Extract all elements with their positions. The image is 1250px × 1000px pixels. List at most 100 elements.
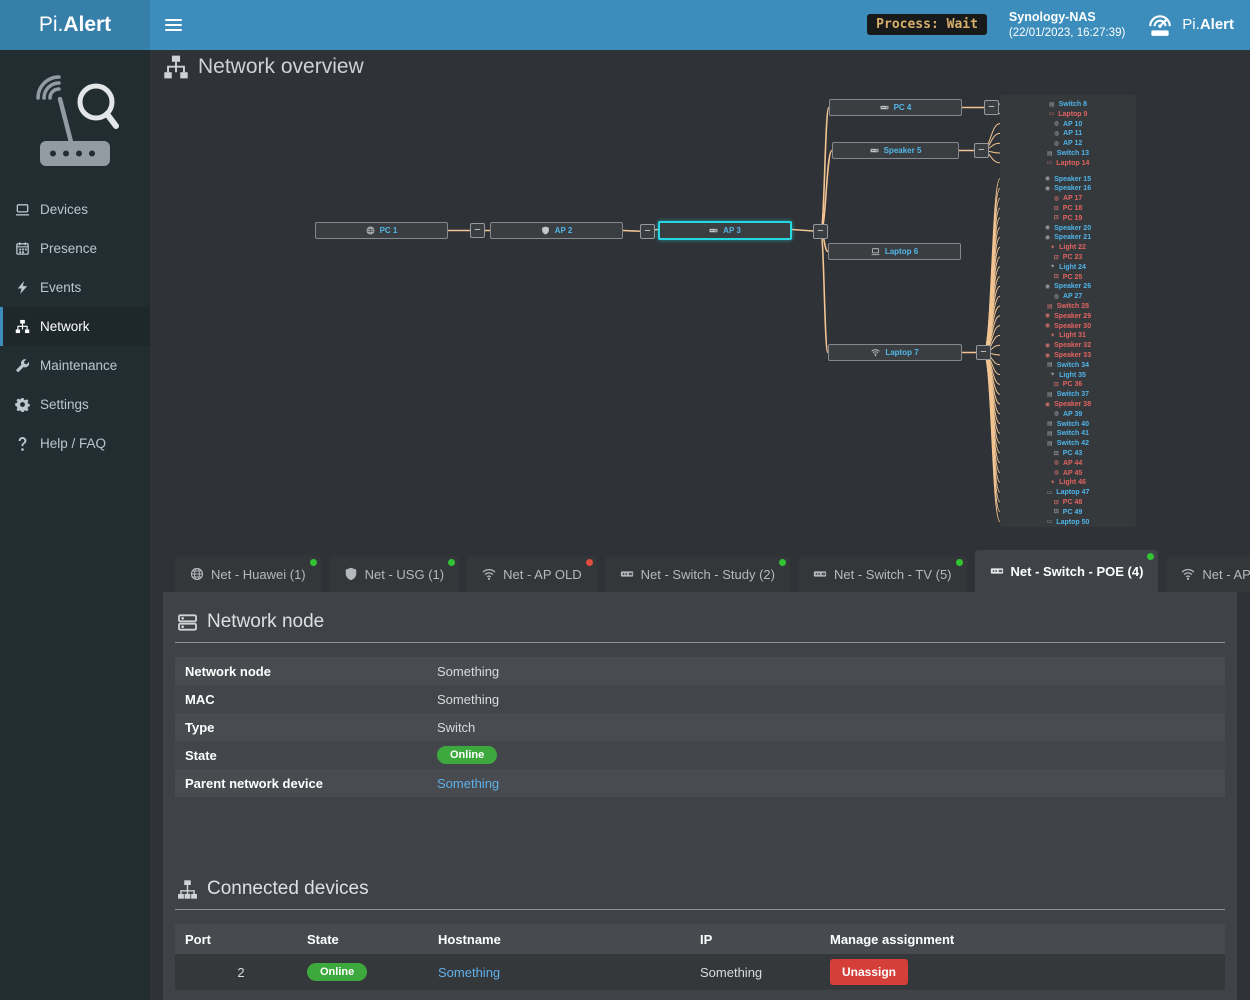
tab-net-ap-old[interactable]: Net - AP OLD xyxy=(467,556,597,592)
brand-logo[interactable]: Pi.Alert xyxy=(0,0,150,50)
device-item[interactable]: ◉Speaker 16 xyxy=(1000,184,1136,193)
device-label: Light 46 xyxy=(1059,479,1086,486)
unassign-button[interactable]: Unassign xyxy=(830,959,908,985)
device-item[interactable]: ⊡PC 19 xyxy=(1000,214,1136,223)
device-label: Speaker 20 xyxy=(1054,225,1091,232)
node-label: Laptop 7 xyxy=(885,348,918,357)
diagram-node-laptop-7[interactable]: Laptop 7 xyxy=(828,344,962,361)
device-item[interactable]: ⊡PC 49 xyxy=(1000,508,1136,517)
sidebar-item-events[interactable]: Events xyxy=(0,268,150,307)
device-item[interactable]: ▭Laptop 9 xyxy=(1000,110,1136,119)
device-item[interactable]: ▭Laptop 50 xyxy=(1000,518,1136,527)
collapse-toggle[interactable]: − xyxy=(974,143,989,158)
switch-icon: ▤ xyxy=(1047,151,1053,157)
diagram-node-ap-3[interactable]: AP 3 xyxy=(658,221,792,240)
device-label: AP 10 xyxy=(1063,121,1082,128)
device-item[interactable]: ✦Light 35 xyxy=(1000,371,1136,380)
device-item[interactable]: ◍AP 27 xyxy=(1000,292,1136,301)
diagram-node-ap-2[interactable]: AP 2 xyxy=(490,222,623,239)
device-item[interactable]: ▤Switch 8 xyxy=(1000,100,1136,109)
wifi-icon: ◍ xyxy=(1054,141,1059,147)
divider xyxy=(175,642,1225,643)
device-item[interactable]: ◉Speaker 21 xyxy=(1000,233,1136,242)
sidebar-item-settings[interactable]: Settings xyxy=(0,385,150,424)
tab-net-usg[interactable]: Net - USG (1) xyxy=(329,556,459,592)
device-item[interactable]: ⊡PC 48 xyxy=(1000,498,1136,507)
tab-net-ap[interactable]: Net - AP (36) xyxy=(1166,556,1250,592)
node-label: Laptop 6 xyxy=(885,247,918,256)
parent-device-link[interactable]: Something xyxy=(437,776,499,791)
device-item[interactable]: ◍AP 17 xyxy=(1000,194,1136,203)
sidebar-item-help[interactable]: Help / FAQ xyxy=(0,424,150,463)
tab-label: Net - AP OLD xyxy=(503,567,582,582)
globe-icon xyxy=(190,567,204,581)
collapse-toggle[interactable]: − xyxy=(470,223,485,238)
device-item[interactable]: ◉Speaker 33 xyxy=(1000,351,1136,360)
diagram-node-speaker-5[interactable]: Speaker 5 xyxy=(832,142,959,159)
device-item[interactable]: ✦Light 22 xyxy=(1000,243,1136,252)
device-item[interactable]: ◉Speaker 32 xyxy=(1000,341,1136,350)
hamburger-menu-icon[interactable] xyxy=(150,0,196,50)
speaker-icon: ◉ xyxy=(1045,176,1050,182)
device-item[interactable]: ⊡PC 18 xyxy=(1000,204,1136,213)
device-item[interactable]: ▤Switch 42 xyxy=(1000,439,1136,448)
device-item[interactable]: ◍AP 12 xyxy=(1000,139,1136,148)
device-item[interactable]: ⊡PC 36 xyxy=(1000,380,1136,389)
diagram-node-pc-1[interactable]: PC 1 xyxy=(315,222,448,239)
sidebar-item-maintenance[interactable]: Maintenance xyxy=(0,346,150,385)
collapse-toggle[interactable]: − xyxy=(813,224,828,239)
device-item[interactable]: ✦Light 31 xyxy=(1000,331,1136,340)
device-item[interactable]: ⊡PC 23 xyxy=(1000,253,1136,262)
collapse-toggle[interactable]: − xyxy=(984,100,999,115)
device-item[interactable]: ▭Laptop 14 xyxy=(1000,159,1136,168)
speaker-icon: ◉ xyxy=(1045,284,1050,290)
collapse-toggle[interactable]: − xyxy=(640,224,655,239)
device-item[interactable]: ◍AP 44 xyxy=(1000,459,1136,468)
status-dot-green xyxy=(1147,553,1154,560)
calendar-icon xyxy=(15,241,30,256)
device-item[interactable]: ▤Switch 34 xyxy=(1000,361,1136,370)
speaker-icon: ◉ xyxy=(1045,343,1050,349)
hostname-link[interactable]: Something xyxy=(438,965,500,980)
device-item[interactable]: ◍AP 45 xyxy=(1000,469,1136,478)
device-item[interactable]: ◍AP 39 xyxy=(1000,410,1136,419)
device-item[interactable]: ▤Switch 13 xyxy=(1000,149,1136,158)
device-item[interactable]: ▤Switch 41 xyxy=(1000,429,1136,438)
device-item[interactable]: ▤Switch 37 xyxy=(1000,390,1136,399)
device-item[interactable]: ▭Laptop 47 xyxy=(1000,488,1136,497)
device-label: Laptop 9 xyxy=(1058,111,1087,118)
device-item[interactable]: ◉Speaker 26 xyxy=(1000,282,1136,291)
sidebar-item-network[interactable]: Network xyxy=(0,307,150,346)
diagram-node-laptop-6[interactable]: Laptop 6 xyxy=(828,243,961,260)
device-item[interactable]: ▤Switch 40 xyxy=(1000,420,1136,429)
device-item[interactable]: ◍AP 10 xyxy=(1000,120,1136,129)
device-item[interactable]: ✦Light 46 xyxy=(1000,478,1136,487)
device-item[interactable]: ⊡PC 25 xyxy=(1000,273,1136,282)
device-item[interactable]: ◉Speaker 15 xyxy=(1000,175,1136,184)
node-label: Speaker 5 xyxy=(884,146,922,155)
host-timestamp: (22/01/2023, 16:27:39) xyxy=(1009,26,1125,42)
device-item[interactable]: ◉Speaker 20 xyxy=(1000,224,1136,233)
sidebar-item-devices[interactable]: Devices xyxy=(0,190,150,229)
device-item[interactable]: ◉Speaker 29 xyxy=(1000,312,1136,321)
wifi-icon xyxy=(1181,567,1195,581)
tab-net-switch-poe[interactable]: Net - Switch - POE (4) xyxy=(975,550,1159,592)
tab-net-switch-study[interactable]: Net - Switch - Study (2) xyxy=(605,556,790,592)
tab-net-switch-tv[interactable]: Net - Switch - TV (5) xyxy=(798,556,967,592)
switch-icon: ▤ xyxy=(1047,304,1053,310)
device-item[interactable]: ✦Light 24 xyxy=(1000,263,1136,272)
sidebar-item-presence[interactable]: Presence xyxy=(0,229,150,268)
brand-suffix: Alert xyxy=(1200,16,1234,33)
device-item[interactable]: ⊡PC 43 xyxy=(1000,449,1136,458)
device-item[interactable]: ◉Speaker 30 xyxy=(1000,322,1136,331)
pc-icon: ⊡ xyxy=(1054,382,1059,388)
device-item[interactable]: ◉Speaker 38 xyxy=(1000,400,1136,409)
collapse-toggle[interactable]: − xyxy=(976,345,991,360)
device-item[interactable]: ◍AP 11 xyxy=(1000,129,1136,138)
diagram-node-pc-4[interactable]: PC 4 xyxy=(829,99,962,116)
switch-icon xyxy=(620,567,634,581)
tab-net-huawei[interactable]: Net - Huawei (1) xyxy=(175,556,321,592)
switch-icon: ▤ xyxy=(1047,392,1053,398)
row-value: Online xyxy=(437,746,497,764)
device-item[interactable]: ▤Switch 28 xyxy=(1000,302,1136,311)
